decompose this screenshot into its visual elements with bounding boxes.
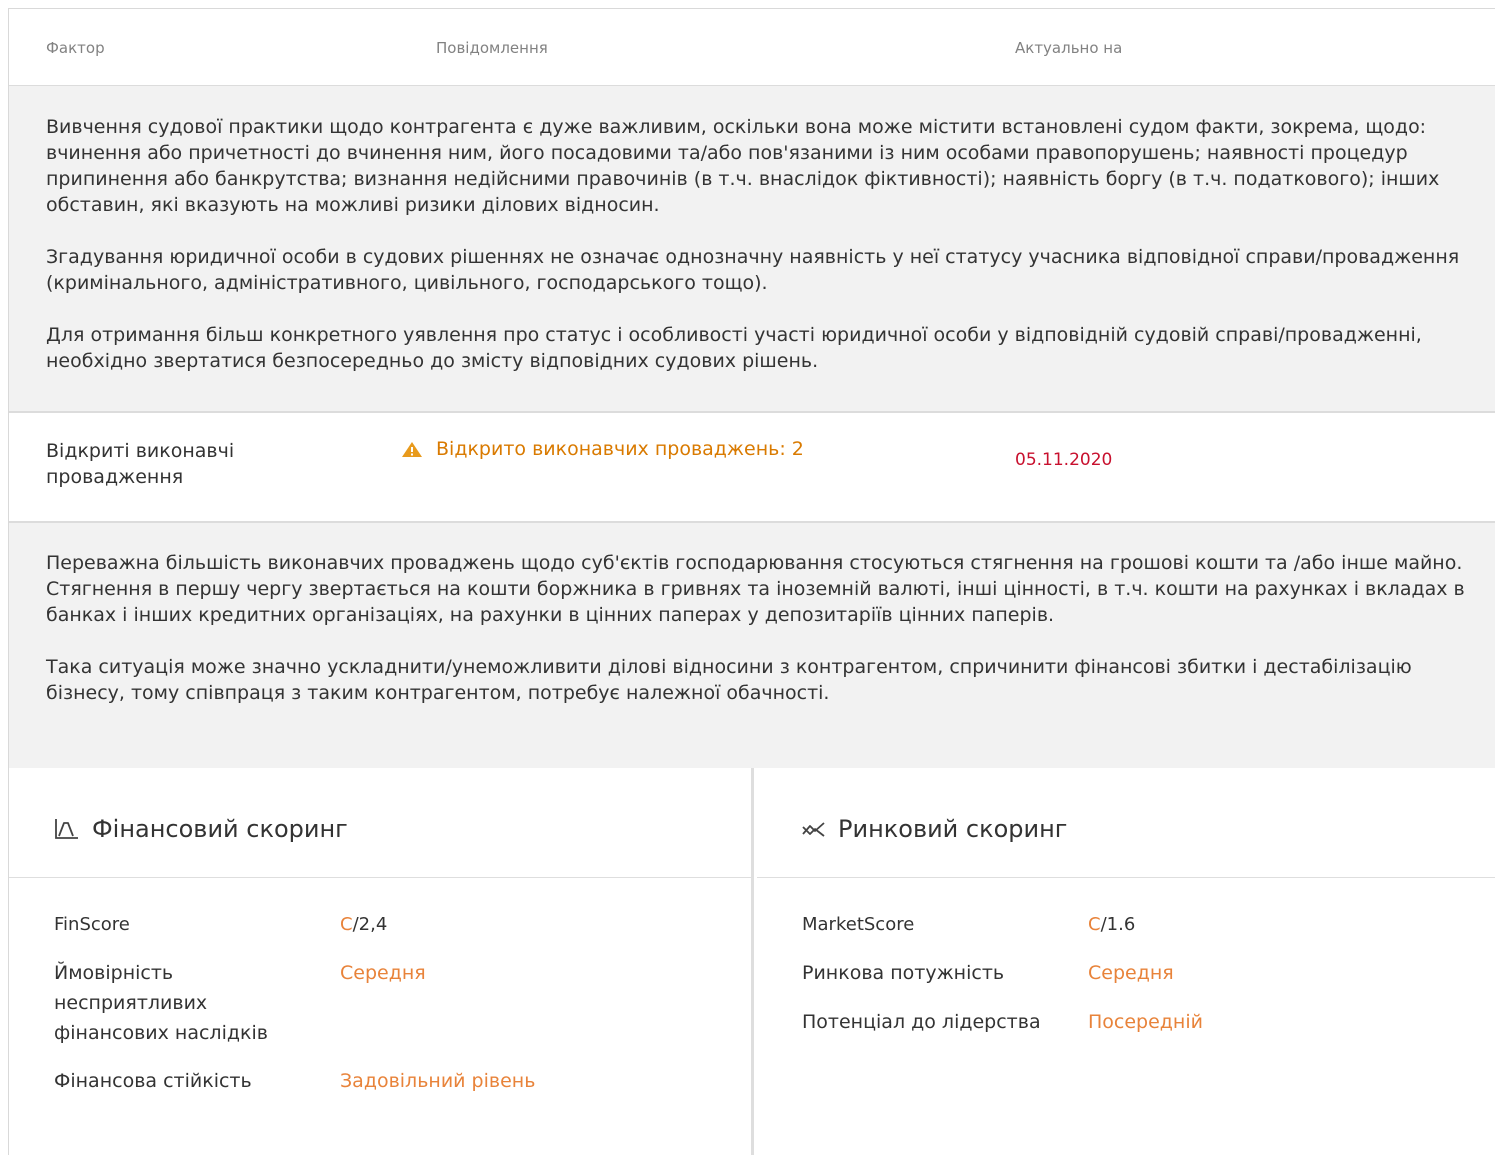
enforcement-note: Переважна більшість виконавчих проваджен…: [9, 523, 1495, 768]
stability-label: Фінансова стійкість: [54, 1070, 252, 1092]
court-practice-note: Вивчення судової практики щодо контраген…: [9, 86, 1495, 411]
table-row-enforcement: Відкриті виконавчі провадження Відкрито …: [9, 413, 1495, 521]
note-paragraph: Згадування юридичної особи в судових ріш…: [46, 246, 1460, 294]
stability-value: Задовільний рівень: [340, 1070, 536, 1092]
panel-divider: [757, 877, 1495, 878]
note-paragraph: Для отримання більш конкретного уявлення…: [46, 324, 1422, 372]
marketscore-value: C/1.6: [1088, 910, 1135, 940]
note-paragraph: Така ситуація може значно ускладнити/уне…: [46, 656, 1412, 704]
panel-divider: [9, 877, 751, 878]
leadership-value: Посередній: [1088, 1011, 1203, 1033]
enforcement-message-text: Відкрито виконавчих проваджень: 2: [436, 438, 804, 460]
risk-label: Ймовірність несприятливих фінансових нас…: [54, 962, 268, 1044]
enforcement-message: Відкрито виконавчих проваджень: 2: [400, 436, 804, 462]
market-scoring-title: Ринковий скоринг: [802, 815, 1067, 843]
chart-icon: [55, 819, 78, 839]
risk-value: Середня: [340, 962, 426, 984]
note-paragraph: Вивчення судової практики щодо контраген…: [46, 116, 1440, 216]
marketscore-label: MarketScore: [802, 914, 915, 935]
factor-label: Відкриті виконавчі провадження: [46, 440, 235, 488]
panel-title-text: Ринковий скоринг: [838, 815, 1068, 843]
warning-icon: [402, 442, 422, 457]
market-power-label: Ринкова потужність: [802, 962, 1005, 984]
financial-scoring-panel: Фінансовий скоринг FinScore C/2,4 Ймовір…: [9, 768, 754, 1155]
marketscore-grade: C: [1088, 914, 1101, 935]
note-paragraph: Переважна більшість виконавчих проваджен…: [46, 552, 1465, 626]
leadership-label: Потенціал до лідерства: [802, 1011, 1041, 1033]
column-header-actual-on: Актуально на: [1015, 39, 1123, 57]
panel-title-text: Фінансовий скоринг: [92, 815, 348, 843]
finscore-grade: C: [340, 914, 353, 935]
finscore-number: /2,4: [352, 914, 388, 935]
column-header-message: Повідомлення: [436, 39, 548, 57]
trend-icon: [802, 822, 825, 837]
actual-date: 05.11.2020: [1015, 450, 1113, 470]
market-power-value: Середня: [1088, 962, 1174, 984]
column-header-factor: Фактор: [46, 39, 105, 57]
financial-scoring-title: Фінансовий скоринг: [54, 815, 348, 843]
finscore-label: FinScore: [54, 914, 130, 935]
marketscore-number: /1.6: [1100, 914, 1136, 935]
finscore-value: C/2,4: [340, 910, 387, 940]
table-header: Фактор Повідомлення Актуально на: [9, 9, 1495, 85]
market-scoring-panel: Ринковий скоринг MarketScore C/1.6 Ринко…: [757, 768, 1495, 1155]
